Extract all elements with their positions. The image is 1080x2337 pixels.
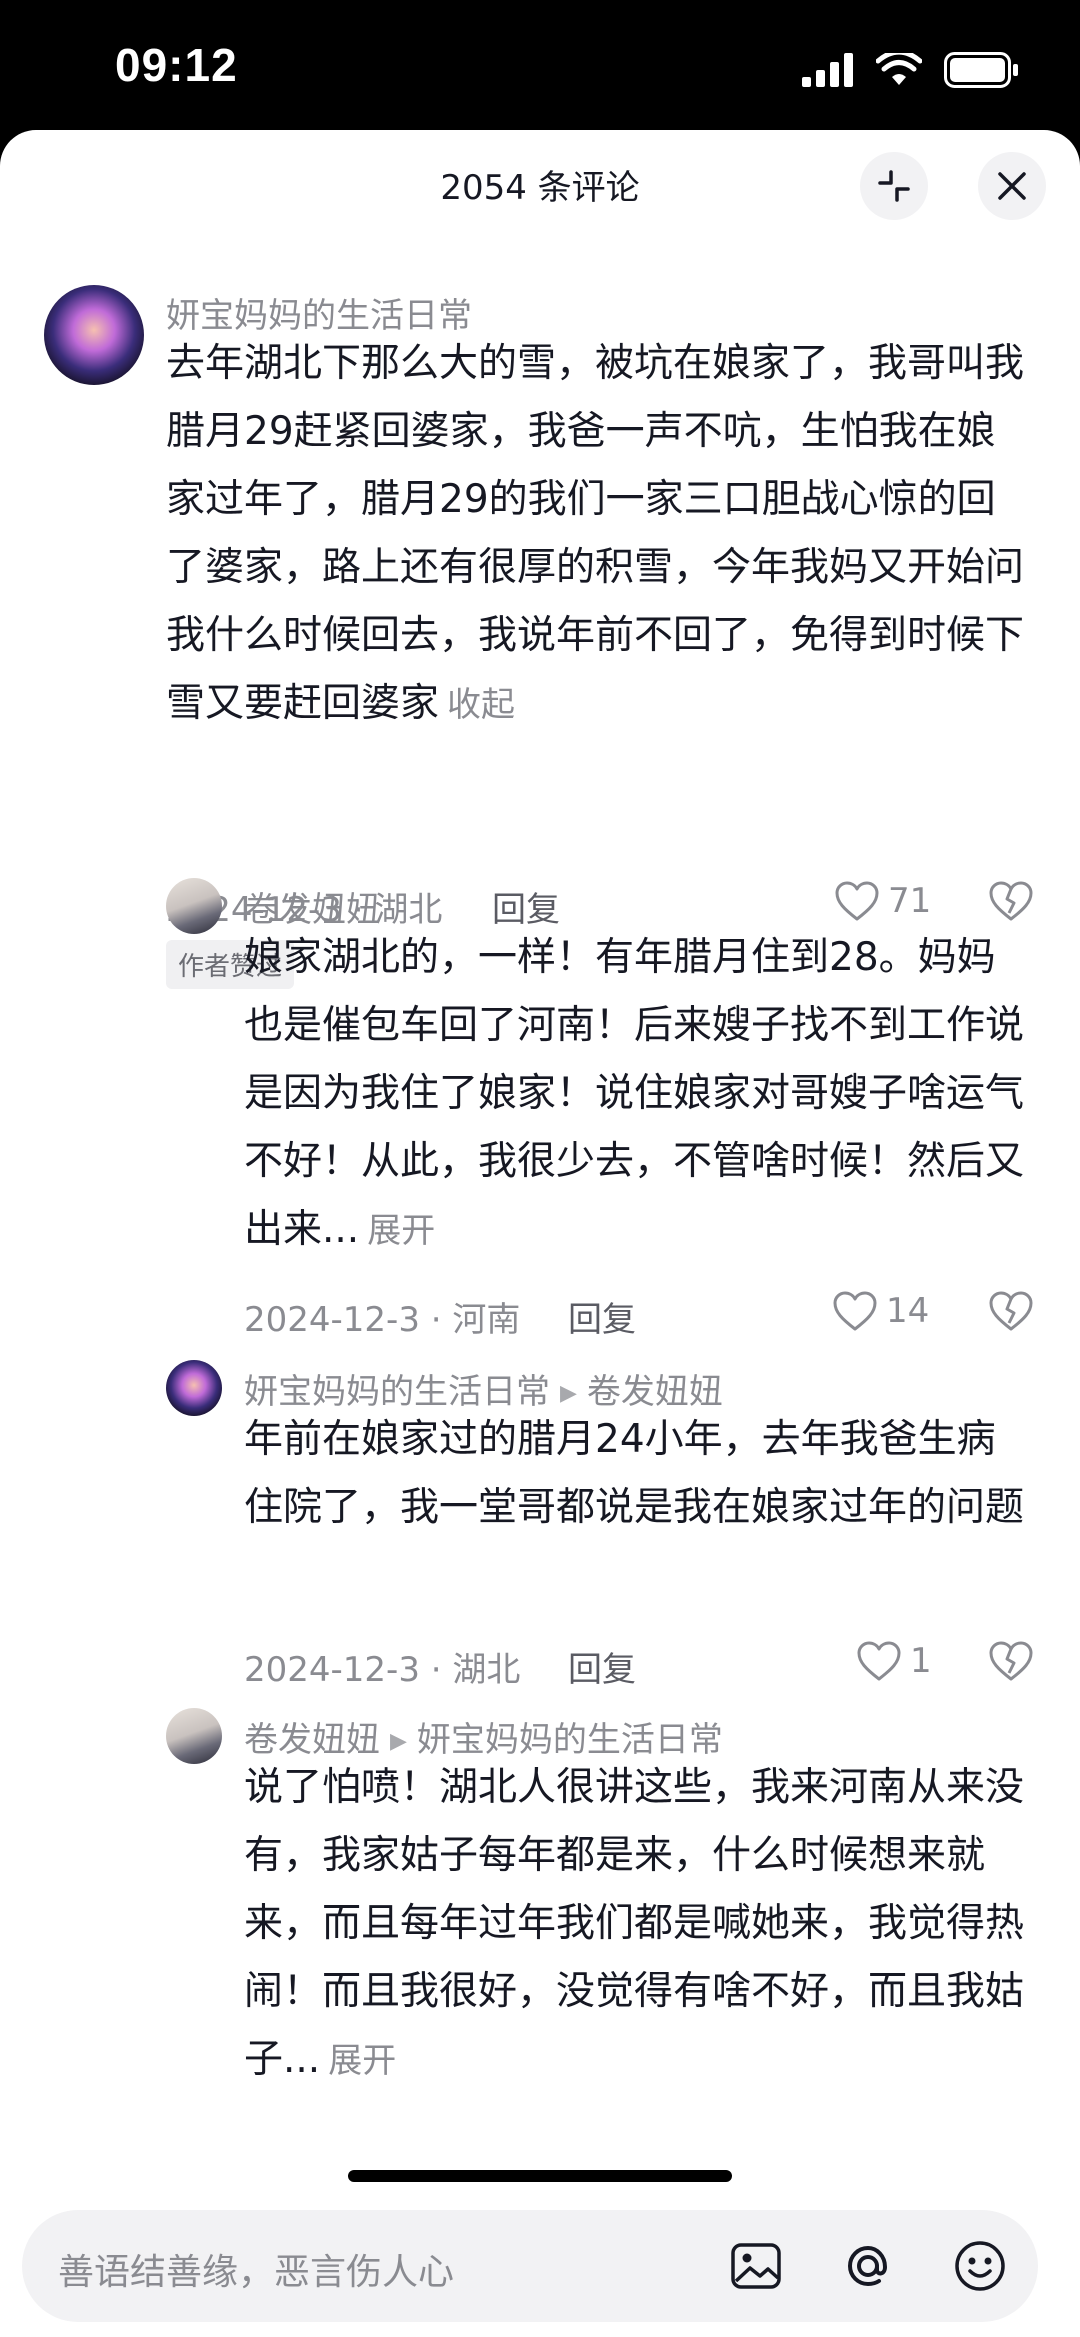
signal-icon xyxy=(802,53,853,87)
reply-text: 年前在娘家过的腊月24小年，去年我爸生病住院了，我一堂哥都说是我在娘家过年的问题 xyxy=(244,1406,1024,1542)
battery-icon xyxy=(944,52,1018,88)
status-icons xyxy=(802,52,1020,88)
close-icon xyxy=(998,172,1026,200)
wifi-icon xyxy=(876,53,922,85)
broken-heart-icon xyxy=(989,1291,1033,1331)
reply-button[interactable]: 回复 xyxy=(568,1642,636,1691)
reply-arrow-icon: ▶ xyxy=(390,1729,407,1754)
like-button[interactable]: 71 xyxy=(834,880,931,922)
heart-icon xyxy=(835,881,879,921)
reply-button[interactable]: 回复 xyxy=(568,1292,636,1341)
like-count: 14 xyxy=(886,1291,930,1331)
image-button[interactable] xyxy=(728,2238,784,2294)
reply-arrow-icon: ▶ xyxy=(560,1381,577,1406)
status-time: 09:12 xyxy=(115,39,238,91)
at-mention-icon xyxy=(847,2245,888,2287)
reply-date-location: 2024-12-3 · 河南 xyxy=(244,1300,521,1340)
expand-link[interactable]: 展开 xyxy=(328,2041,396,2081)
heart-icon xyxy=(833,1291,877,1331)
image-icon xyxy=(731,2243,781,2289)
status-bar: 09:12 xyxy=(0,0,1080,130)
sheet-header: 2054 条评论 xyxy=(0,130,1080,240)
heart-icon xyxy=(857,1641,901,1681)
reply-text: 说了怕喷！湖北人很讲这些，我来河南从来没有，我家姑子每年都是来，什么时候想来就来… xyxy=(244,1754,1024,2095)
expand-link[interactable]: 展开 xyxy=(367,1211,435,1251)
home-indicator[interactable] xyxy=(348,2170,732,2182)
reply-date-location: 2024-12-3 · 湖北 xyxy=(244,1650,521,1690)
like-button[interactable]: 1 xyxy=(856,1640,932,1682)
dislike-button[interactable] xyxy=(988,1640,1034,1686)
comment-body: 去年湖北下那么大的雪，被坑在娘家了，我哥叫我腊月29赶紧回婆家，我爸一声不吭，生… xyxy=(166,341,1025,726)
collapse-button[interactable] xyxy=(860,152,928,220)
collapse-icon xyxy=(878,170,910,202)
reply-body: 娘家湖北的，一样！有年腊月住到28。妈妈也是催包车回了河南！后来嫂子找不到工作说… xyxy=(244,935,1025,1252)
broken-heart-icon xyxy=(989,1641,1033,1681)
input-placeholder: 善语结善缘，恶言伤人心 xyxy=(58,2252,455,2293)
mention-button[interactable] xyxy=(840,2238,896,2294)
reply-body: 说了怕喷！湖北人很讲这些，我来河南从来没有，我家姑子每年都是来，什么时候想来就来… xyxy=(244,1765,1025,2082)
dislike-button[interactable] xyxy=(988,880,1034,926)
emoji-icon xyxy=(955,2241,1005,2291)
reply-text: 娘家湖北的，一样！有年腊月住到28。妈妈也是催包车回了河南！后来嫂子找不到工作说… xyxy=(244,924,1024,1265)
comment-sheet: 2054 条评论 妍宝妈妈的生活日常 去年湖北下那么大的雪，被坑在娘家了，我哥叫… xyxy=(0,130,1080,2337)
avatar[interactable] xyxy=(166,1708,222,1764)
like-button[interactable]: 14 xyxy=(832,1290,929,1332)
avatar[interactable] xyxy=(166,1360,222,1416)
collapse-link[interactable]: 收起 xyxy=(447,685,515,725)
avatar[interactable] xyxy=(166,878,222,934)
comment-text: 去年湖北下那么大的雪，被坑在娘家了，我哥叫我腊月29赶紧回婆家，我爸一声不吭，生… xyxy=(166,330,1026,739)
comment-input-bar: 善语结善缘，恶言伤人心 xyxy=(0,2210,1080,2337)
like-count: 71 xyxy=(888,881,932,921)
comment-input[interactable]: 善语结善缘，恶言伤人心 xyxy=(22,2210,1038,2322)
like-count: 1 xyxy=(910,1641,932,1681)
dislike-button[interactable] xyxy=(988,1290,1034,1336)
avatar[interactable] xyxy=(44,285,144,385)
emoji-button[interactable] xyxy=(952,2238,1008,2294)
reply-body: 年前在娘家过的腊月24小年，去年我爸生病住院了，我一堂哥都说是我在娘家过年的问题 xyxy=(244,1417,1025,1530)
close-button[interactable] xyxy=(978,152,1046,220)
broken-heart-icon xyxy=(989,881,1033,921)
